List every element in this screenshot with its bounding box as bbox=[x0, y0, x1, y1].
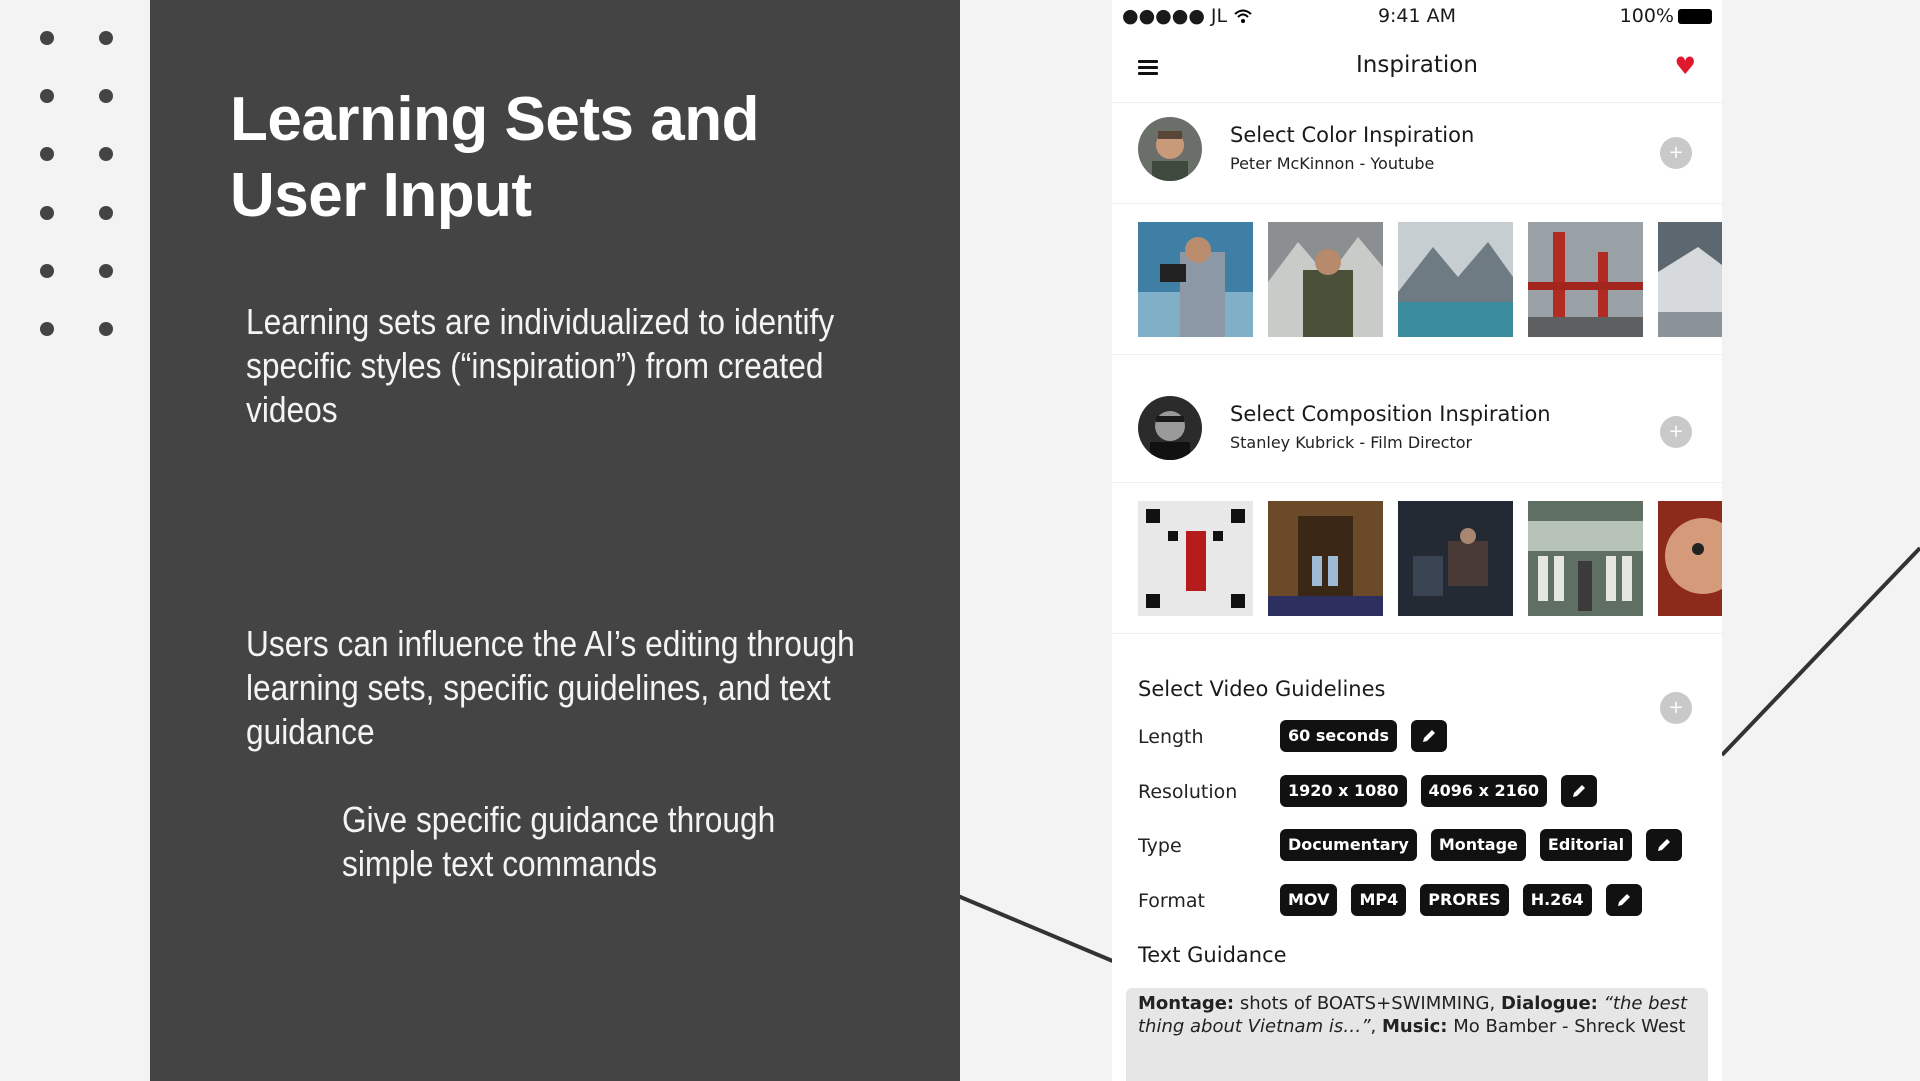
thumbnail-image[interactable] bbox=[1398, 501, 1513, 616]
guideline-chip[interactable]: PRORES bbox=[1420, 884, 1509, 916]
guideline-chip[interactable]: Editorial bbox=[1539, 829, 1633, 861]
page-title: Inspiration bbox=[1356, 52, 1478, 78]
edit-format-icon[interactable] bbox=[1605, 884, 1642, 916]
guideline-label: Format bbox=[1138, 890, 1205, 912]
guideline-label: Type bbox=[1138, 835, 1182, 857]
inspiration-subtitle: Stanley Kubrick - Film Director bbox=[1230, 433, 1473, 452]
guideline-chip[interactable]: H.264 bbox=[1522, 884, 1592, 916]
color-inspiration-thumbnails bbox=[1112, 204, 1722, 355]
guideline-row-format: Format MOV MP4 PRORES H.264 bbox=[1138, 884, 1698, 920]
separator: , bbox=[1370, 1016, 1382, 1037]
heart-icon[interactable]: ♥ bbox=[1674, 52, 1696, 80]
guideline-row-type: Type Documentary Montage Editorial bbox=[1138, 829, 1698, 865]
composition-inspiration-thumbnails bbox=[1112, 483, 1722, 634]
color-inspiration-row[interactable]: Select Color Inspiration Peter McKinnon … bbox=[1112, 103, 1722, 204]
text-guidance-paragraph: Give specific guidance through simple te… bbox=[342, 799, 776, 884]
edit-length-icon[interactable] bbox=[1411, 720, 1448, 752]
guideline-label: Resolution bbox=[1138, 781, 1238, 803]
thumbnail-image[interactable] bbox=[1138, 501, 1253, 616]
text-guidance-title: Text Guidance bbox=[1138, 943, 1287, 967]
guideline-label: Length bbox=[1138, 726, 1204, 748]
battery-percent: 100% bbox=[1619, 5, 1674, 27]
nav-bar: Inspiration ♥ bbox=[1112, 34, 1722, 103]
phone-app-mockup: ●●●●● JL 9:41 AM 100% Inspiration ♥ Sele… bbox=[1112, 0, 1722, 1081]
thumbnail-image[interactable] bbox=[1528, 501, 1643, 616]
inspiration-subtitle: Peter McKinnon - Youtube bbox=[1230, 154, 1435, 173]
slide-title-line2: User Input bbox=[230, 161, 532, 230]
guideline-chip[interactable]: Montage bbox=[1430, 829, 1526, 861]
text-guidance-content: Montage: shots of BOATS+SWIMMING, Dialog… bbox=[1138, 992, 1703, 1038]
guideline-chip[interactable]: 60 seconds bbox=[1280, 720, 1398, 752]
edit-resolution-icon[interactable] bbox=[1561, 775, 1598, 807]
montage-value: shots of BOATS+SWIMMING, bbox=[1234, 993, 1501, 1014]
edit-type-icon[interactable] bbox=[1646, 829, 1683, 861]
dialogue-key: Dialogue: bbox=[1500, 993, 1598, 1014]
thumbnail-image[interactable] bbox=[1398, 222, 1513, 337]
slide-text-panel: Learning Sets and User Input Learning se… bbox=[150, 0, 960, 1081]
add-color-inspiration-button[interactable]: + bbox=[1660, 137, 1692, 169]
battery-icon bbox=[1678, 9, 1712, 24]
inspiration-title: Select Composition Inspiration bbox=[1230, 402, 1551, 426]
composition-inspiration-row[interactable]: Select Composition Inspiration Stanley K… bbox=[1112, 382, 1722, 483]
add-composition-inspiration-button[interactable]: + bbox=[1660, 416, 1692, 448]
music-value: Mo Bamber - Shreck West bbox=[1447, 1016, 1686, 1037]
thumbnail-image[interactable] bbox=[1268, 501, 1383, 616]
battery-indicator: 100% bbox=[1620, 5, 1712, 27]
status-bar: ●●●●● JL 9:41 AM 100% bbox=[1112, 0, 1722, 34]
slide-title-line1: Learning Sets and bbox=[230, 85, 759, 154]
text-guidance-input[interactable]: Montage: shots of BOATS+SWIMMING, Dialog… bbox=[1126, 988, 1708, 1081]
thumbnail-image[interactable] bbox=[1138, 222, 1253, 337]
thumbnail-image[interactable] bbox=[1528, 222, 1643, 337]
guideline-chip[interactable]: 1920 x 1080 bbox=[1280, 775, 1407, 807]
inspiration-title: Select Color Inspiration bbox=[1230, 123, 1475, 147]
learning-sets-paragraph: Learning sets are individualized to iden… bbox=[246, 301, 835, 430]
music-key: Music: bbox=[1381, 1016, 1448, 1037]
avatar bbox=[1138, 396, 1202, 460]
guideline-chip[interactable]: MP4 bbox=[1351, 884, 1407, 916]
guidelines-title: Select Video Guidelines bbox=[1138, 677, 1386, 701]
guideline-row-resolution: Resolution 1920 x 1080 4096 x 2160 bbox=[1138, 775, 1698, 811]
guideline-chip[interactable]: MOV bbox=[1280, 884, 1338, 916]
guideline-row-length: Length 60 seconds bbox=[1138, 720, 1698, 756]
montage-key: Montage: bbox=[1138, 993, 1235, 1014]
slide-title: Learning Sets and User Input bbox=[230, 82, 870, 234]
thumbnail-image[interactable] bbox=[1658, 501, 1722, 616]
user-influence-paragraph: Users can influence the AI’s editing thr… bbox=[246, 623, 855, 752]
avatar bbox=[1138, 117, 1202, 181]
guideline-chip[interactable]: 4096 x 2160 bbox=[1420, 775, 1548, 807]
thumbnail-image[interactable] bbox=[1658, 222, 1722, 337]
thumbnail-image[interactable] bbox=[1268, 222, 1383, 337]
guideline-chip[interactable]: Documentary bbox=[1280, 829, 1417, 861]
